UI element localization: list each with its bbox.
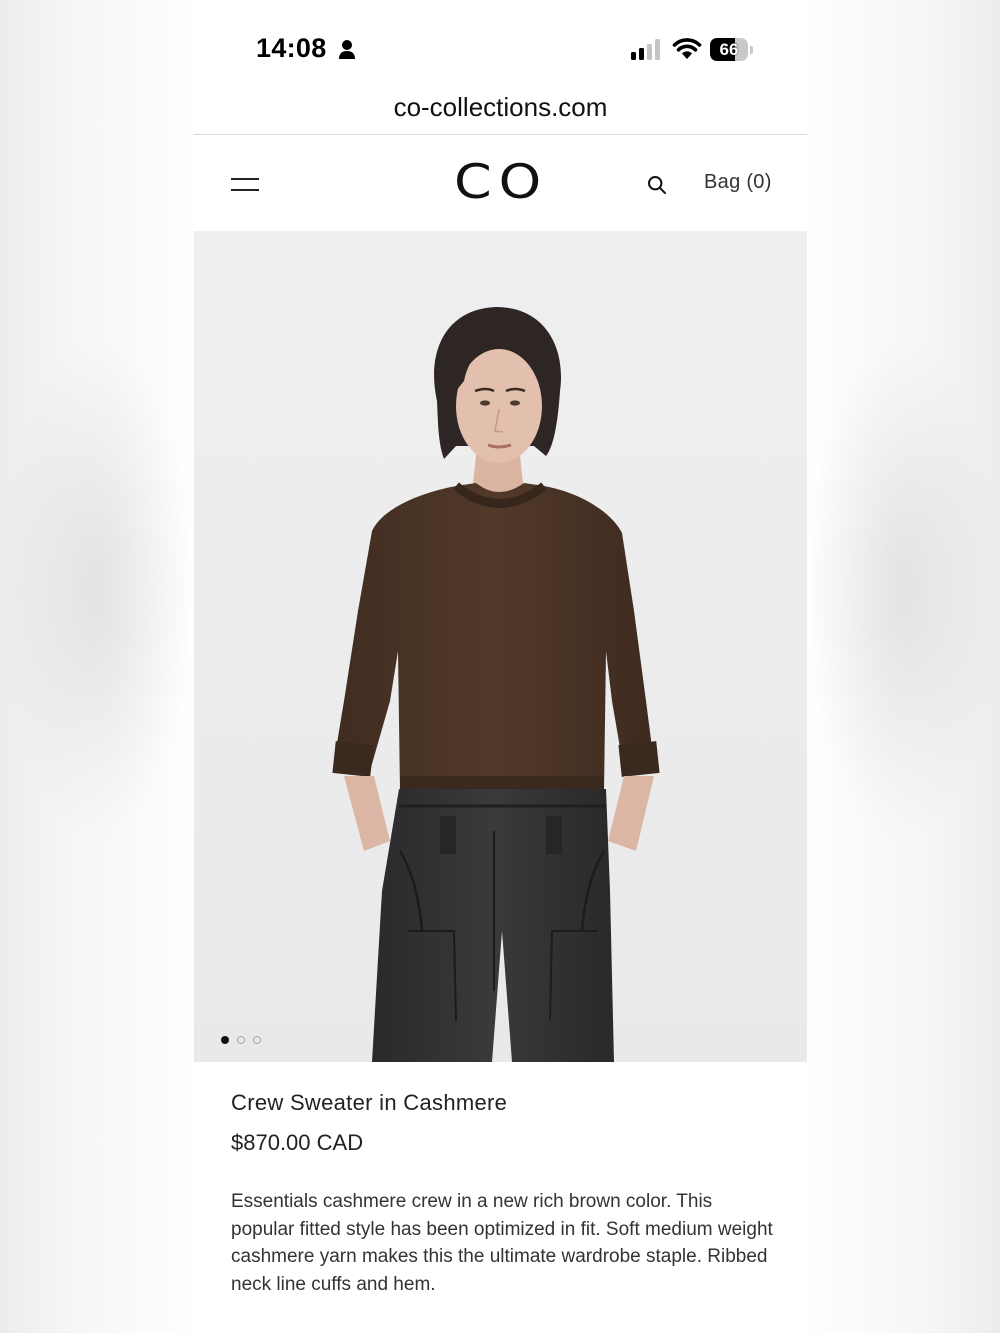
carousel-dot-1[interactable] [221, 1036, 229, 1044]
cellular-signal-icon [631, 39, 660, 60]
product-title: Crew Sweater in Cashmere [231, 1090, 508, 1115]
product-image[interactable] [194, 231, 807, 1062]
person-icon [339, 40, 355, 59]
status-time: 14:08 [256, 33, 327, 63]
brand-logo[interactable]: CO [447, 153, 555, 213]
shopping-bag-link[interactable]: Bag (0) [704, 171, 772, 194]
search-icon[interactable] [647, 175, 667, 195]
browser-url-bar[interactable]: co-collections.com [194, 90, 807, 135]
site-header: CO Bag (0) [194, 135, 807, 231]
product-info: Crew Sweater in Cashmere $870.00 CAD Ess… [231, 1090, 776, 1298]
product-photo-illustration [194, 231, 807, 1062]
battery-percent: 66 [719, 40, 739, 59]
phone-screen: 14:08 66 co-collections.com CO Bag (0) C… [194, 0, 807, 1333]
url-text[interactable]: co-collections.com [194, 92, 807, 123]
carousel-dot-3[interactable] [253, 1036, 261, 1044]
battery-icon: 66 [710, 38, 754, 62]
image-carousel-dots [221, 1031, 269, 1044]
background-shade-left [0, 330, 194, 850]
status-bar: 14:08 66 [194, 0, 807, 90]
product-description: Essentials cashmere crew in a new rich b… [231, 1191, 773, 1295]
wifi-icon [672, 38, 702, 59]
product-price: $870.00 CAD [231, 1130, 364, 1155]
carousel-dot-2[interactable] [237, 1036, 245, 1044]
background-shade-right [806, 330, 1000, 850]
hamburger-menu-icon[interactable] [231, 175, 259, 193]
